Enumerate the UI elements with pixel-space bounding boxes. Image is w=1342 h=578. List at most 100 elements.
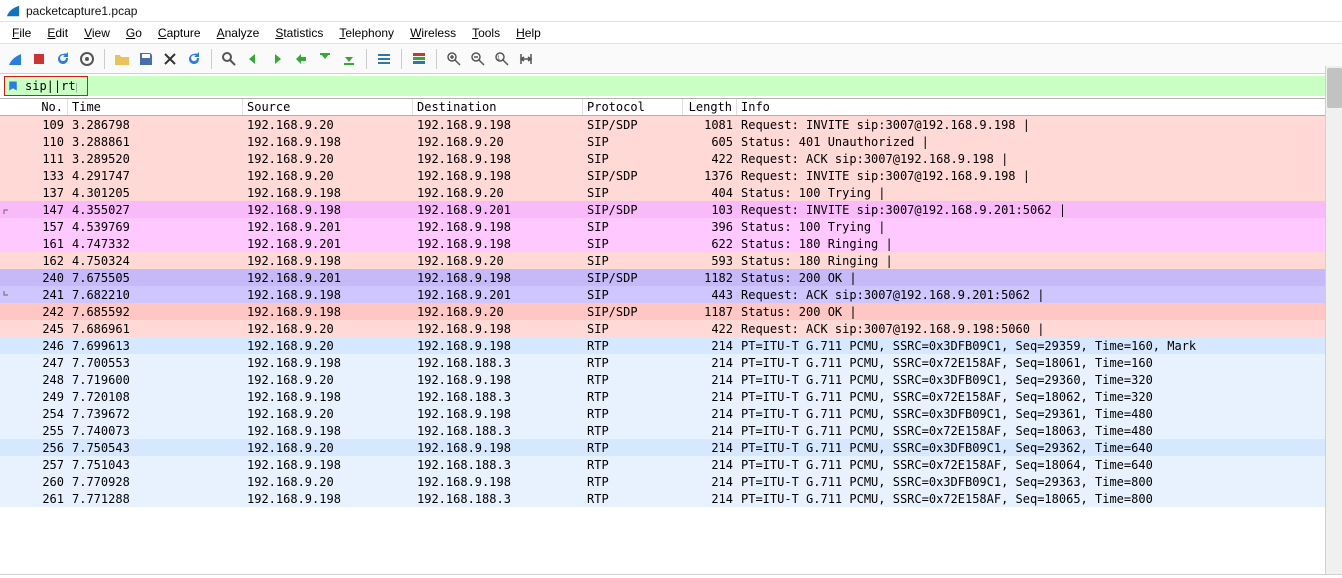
menu-wireless[interactable]: Wireless [402,24,464,42]
find-packet-button[interactable] [218,48,240,70]
cell-time: 7.719600 [68,373,243,387]
cell-no: 246 [16,339,68,353]
cell-time: 7.770928 [68,475,243,489]
zoom-reset-button[interactable]: 1 [491,48,513,70]
go-last-button[interactable] [338,48,360,70]
cell-info: Status: 401 Unauthorized | [737,135,1342,149]
cell-src: 192.168.9.198 [243,135,413,149]
table-row[interactable]: 2547.739672192.168.9.20192.168.9.198RTP2… [0,405,1342,422]
menu-help[interactable]: Help [508,24,549,42]
go-first-button[interactable] [314,48,336,70]
cell-proto: RTP [583,356,683,370]
cell-len: 404 [683,186,737,200]
resize-columns-button[interactable] [515,48,537,70]
menu-edit[interactable]: Edit [39,24,76,42]
zoom-in-button[interactable] [443,48,465,70]
table-row[interactable]: 2497.720108192.168.9.198192.168.188.3RTP… [0,388,1342,405]
cell-no: 247 [16,356,68,370]
table-row[interactable]: 2487.719600192.168.9.20192.168.9.198RTP2… [0,371,1342,388]
go-forward-button[interactable] [266,48,288,70]
window-title: packetcapture1.pcap [26,4,137,18]
reload-button[interactable] [183,48,205,70]
cell-dst: 192.168.9.198 [413,373,583,387]
go-back-button[interactable] [242,48,264,70]
table-row[interactable]: 2477.700553192.168.9.198192.168.188.3RTP… [0,354,1342,371]
save-file-button[interactable] [135,48,157,70]
table-row[interactable]: 2577.751043192.168.9.198192.168.188.3RTP… [0,456,1342,473]
column-header-dst[interactable]: Destination [413,99,583,115]
table-row[interactable]: 1474.355027192.168.9.198192.168.9.201SIP… [0,201,1342,218]
vertical-scrollbar[interactable] [1325,66,1342,578]
menu-file[interactable]: File [4,24,39,42]
cell-src: 192.168.9.20 [243,152,413,166]
column-header-info[interactable]: Info [737,99,1342,115]
table-row[interactable]: 1113.289520192.168.9.20192.168.9.198SIP4… [0,150,1342,167]
column-header-time[interactable]: Time [68,99,243,115]
table-row[interactable]: 1103.288861192.168.9.198192.168.9.20SIP6… [0,133,1342,150]
cell-time: 4.301205 [68,186,243,200]
zoom-out-button[interactable] [467,48,489,70]
table-row[interactable]: 2617.771288192.168.9.198192.168.188.3RTP… [0,490,1342,507]
go-to-packet-button[interactable] [290,48,312,70]
table-row[interactable]: 1093.286798192.168.9.20192.168.9.198SIP/… [0,116,1342,133]
table-row[interactable]: 1334.291747192.168.9.20192.168.9.198SIP/… [0,167,1342,184]
table-row[interactable]: 1574.539769192.168.9.201192.168.9.198SIP… [0,218,1342,235]
table-row[interactable]: 1614.747332192.168.9.201192.168.9.198SIP… [0,235,1342,252]
packet-list-header[interactable]: No. Time Source Destination Protocol Len… [0,98,1342,116]
cell-proto: SIP [583,322,683,336]
open-file-button[interactable] [111,48,133,70]
cell-len: 1376 [683,169,737,183]
cell-dst: 192.168.9.198 [413,220,583,234]
cell-no: 161 [16,237,68,251]
auto-scroll-button[interactable] [373,48,395,70]
menu-capture[interactable]: Capture [150,24,209,42]
column-header-no[interactable]: No. [16,99,68,115]
cell-dst: 192.168.9.201 [413,288,583,302]
filter-bookmark-icon[interactable] [5,80,21,92]
capture-options-button[interactable] [76,48,98,70]
cell-no: 245 [16,322,68,336]
table-row[interactable]: 2467.699613192.168.9.20192.168.9.198RTP2… [0,337,1342,354]
stop-capture-button[interactable] [28,48,50,70]
column-header-src[interactable]: Source [243,99,413,115]
table-row[interactable]: 2417.682210192.168.9.198192.168.9.201SIP… [0,286,1342,303]
cell-no: 111 [16,152,68,166]
cell-src: 192.168.9.201 [243,220,413,234]
cell-proto: SIP [583,237,683,251]
table-row[interactable]: 2407.675505192.168.9.201192.168.9.198SIP… [0,269,1342,286]
menu-go[interactable]: Go [118,24,150,42]
menu-analyze[interactable]: Analyze [209,24,268,42]
restart-capture-button[interactable] [52,48,74,70]
table-row[interactable]: 1374.301205192.168.9.198192.168.9.20SIP4… [0,184,1342,201]
menu-tools[interactable]: Tools [464,24,508,42]
cell-len: 214 [683,373,737,387]
cell-info: PT=ITU-T G.711 PCMU, SSRC=0x72E158AF, Se… [737,390,1342,404]
cell-time: 4.355027 [68,203,243,217]
display-filter-input[interactable] [21,79,81,93]
table-row[interactable]: 2567.750543192.168.9.20192.168.9.198RTP2… [0,439,1342,456]
column-header-len[interactable]: Length [683,99,737,115]
scrollbar-thumb[interactable] [1327,68,1342,108]
table-row[interactable]: 2427.685592192.168.9.198192.168.9.20SIP/… [0,303,1342,320]
colorize-button[interactable] [408,48,430,70]
packet-list[interactable]: 1093.286798192.168.9.20192.168.9.198SIP/… [0,116,1342,507]
table-row[interactable]: 2607.770928192.168.9.20192.168.9.198RTP2… [0,473,1342,490]
menu-telephony[interactable]: Telephony [331,24,402,42]
start-capture-button[interactable] [4,48,26,70]
display-filter-extra[interactable] [88,76,1338,96]
cell-dst: 192.168.9.20 [413,135,583,149]
table-row[interactable]: 2457.686961192.168.9.20192.168.9.198SIP4… [0,320,1342,337]
cell-time: 7.699613 [68,339,243,353]
table-row[interactable]: 2557.740073192.168.9.198192.168.188.3RTP… [0,422,1342,439]
cell-no: 257 [16,458,68,472]
cell-info: Status: 100 Trying | [737,220,1342,234]
cell-info: PT=ITU-T G.711 PCMU, SSRC=0x72E158AF, Se… [737,424,1342,438]
table-row[interactable]: 1624.750324192.168.9.198192.168.9.20SIP5… [0,252,1342,269]
cell-proto: SIP/SDP [583,203,683,217]
cell-time: 3.288861 [68,135,243,149]
column-header-proto[interactable]: Protocol [583,99,683,115]
menu-statistics[interactable]: Statistics [267,24,331,42]
cell-info: PT=ITU-T G.711 PCMU, SSRC=0x3DFB09C1, Se… [737,373,1342,387]
menu-view[interactable]: View [76,24,118,42]
close-file-button[interactable] [159,48,181,70]
